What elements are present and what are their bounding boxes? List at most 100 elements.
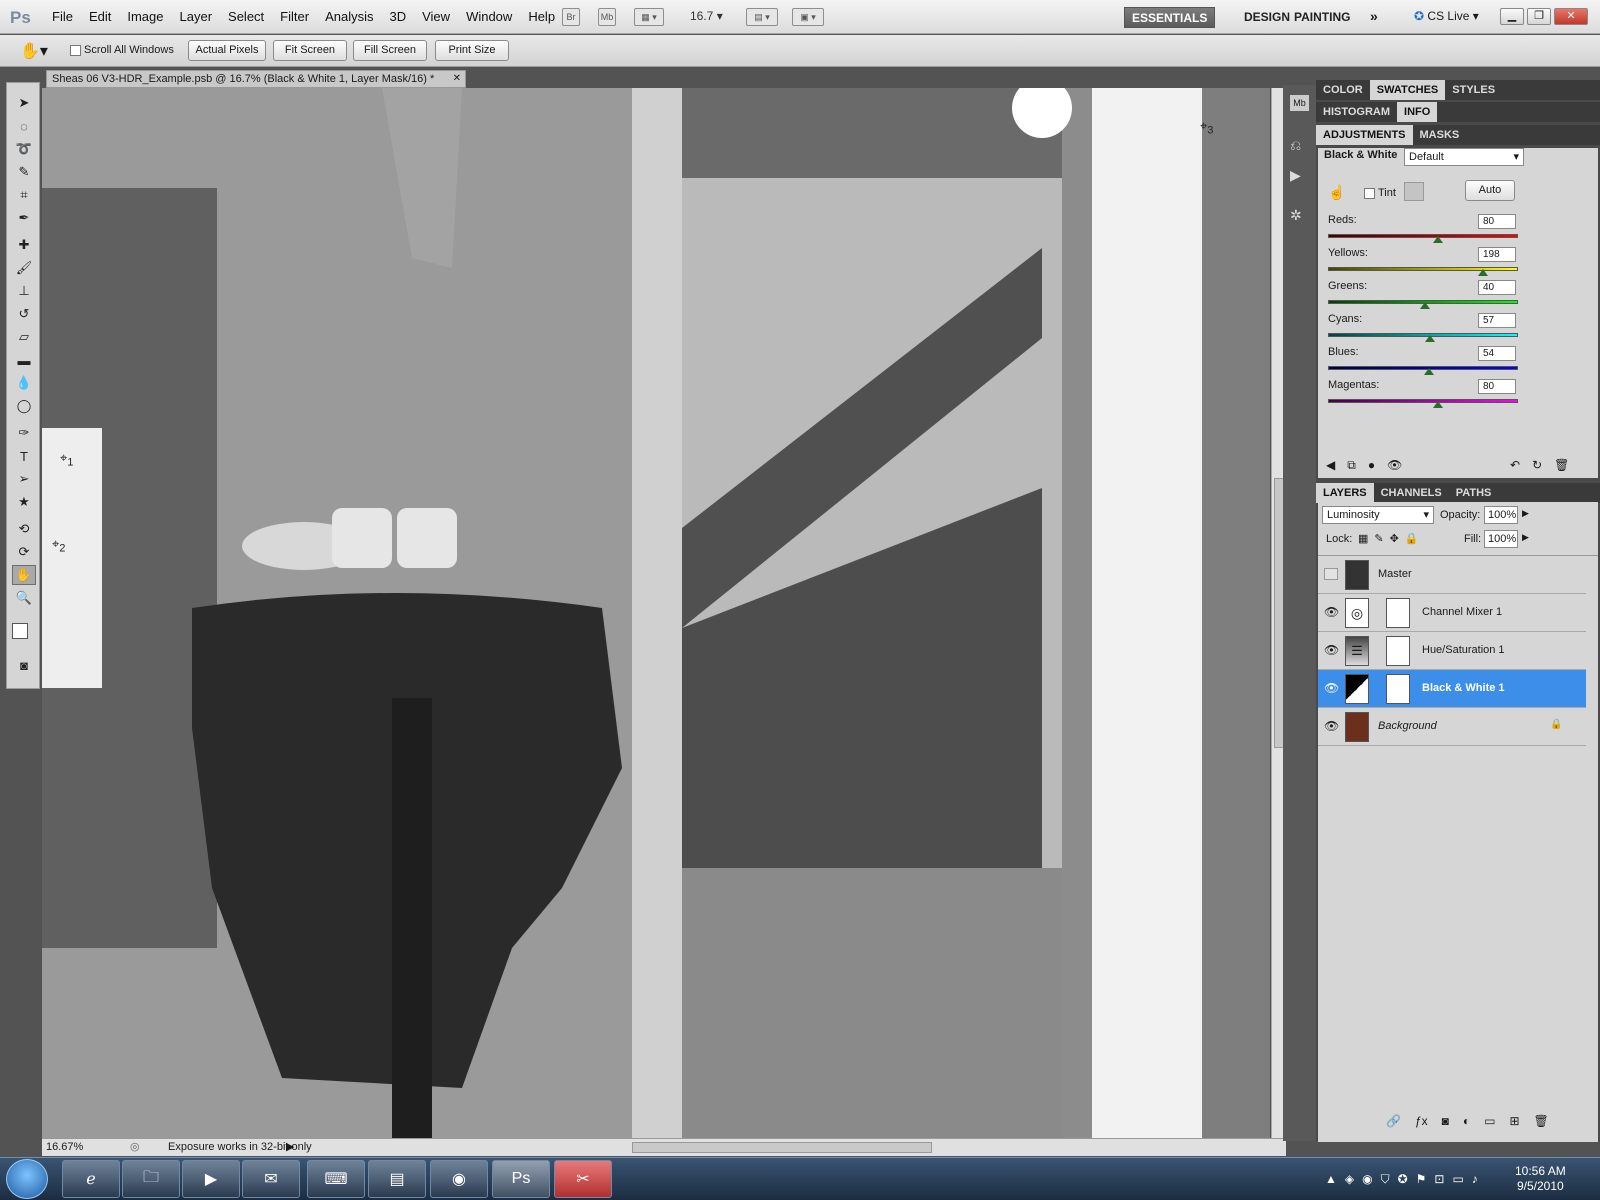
- path-selection-tool-icon[interactable]: ➢: [12, 469, 36, 489]
- healing-brush-tool-icon[interactable]: ✚: [12, 235, 36, 255]
- targeted-adjustment-icon[interactable]: ☝: [1328, 184, 1345, 201]
- mail-icon[interactable]: ✉: [242, 1160, 300, 1198]
- tab-layers[interactable]: LAYERS: [1316, 483, 1374, 503]
- mini-bridge-panel-icon[interactable]: Mb: [1290, 95, 1309, 111]
- blues-value[interactable]: 54: [1478, 346, 1516, 361]
- history-brush-tool-icon[interactable]: ↺: [12, 304, 36, 324]
- tab-masks[interactable]: MASKS: [1413, 125, 1467, 145]
- photoshop-taskbar-icon[interactable]: Ps: [492, 1160, 550, 1198]
- 3d-orbit-tool-icon[interactable]: ⟳: [12, 542, 36, 562]
- quick-select-tool-icon[interactable]: ✎: [12, 162, 36, 182]
- bridge-button[interactable]: Br: [562, 8, 580, 26]
- menu-view[interactable]: View: [414, 9, 458, 24]
- delete-layer-icon[interactable]: 🗑: [1534, 1114, 1549, 1128]
- layer-black-white[interactable]: 👁 Black & White 1: [1318, 670, 1586, 708]
- new-layer-icon[interactable]: ⊞: [1509, 1114, 1519, 1128]
- tab-color[interactable]: COLOR: [1316, 80, 1370, 100]
- auto-button[interactable]: Auto: [1465, 180, 1515, 201]
- horizontal-scroll-thumb[interactable]: [632, 1142, 932, 1153]
- magentas-track[interactable]: [1328, 399, 1518, 403]
- visibility-eye-icon[interactable]: 👁: [1324, 720, 1339, 732]
- color-sampler-3-icon[interactable]: ⌖3: [1200, 118, 1213, 137]
- opacity-input[interactable]: 100%: [1484, 506, 1518, 524]
- layer-channel-mixer[interactable]: 👁 ◎ Channel Mixer 1: [1318, 594, 1586, 632]
- foreground-color-swatch[interactable]: [12, 623, 28, 639]
- expand-view-icon[interactable]: ⧉: [1347, 458, 1356, 473]
- back-icon[interactable]: ◀: [1326, 458, 1335, 473]
- cyans-thumb[interactable]: [1425, 335, 1435, 342]
- start-button[interactable]: [6, 1159, 48, 1199]
- cyans-value[interactable]: 57: [1478, 313, 1516, 328]
- status-info-icon[interactable]: ◎: [130, 1139, 140, 1156]
- minimize-button[interactable]: ▁: [1500, 8, 1524, 25]
- fill-screen-button[interactable]: Fill Screen: [353, 40, 427, 61]
- restore-button[interactable]: ❐: [1527, 8, 1551, 25]
- 3d-rotate-tool-icon[interactable]: ⟲: [12, 519, 36, 539]
- close-document-icon[interactable]: ✕: [453, 71, 461, 87]
- magentas-thumb[interactable]: [1433, 401, 1443, 408]
- delete-adjustment-icon[interactable]: 🗑: [1554, 458, 1569, 472]
- firefox-icon[interactable]: ◉: [430, 1160, 488, 1198]
- reds-track[interactable]: [1328, 234, 1518, 238]
- link-layers-icon[interactable]: 🔗: [1386, 1114, 1401, 1128]
- fit-screen-button[interactable]: Fit Screen: [273, 40, 347, 61]
- new-group-icon[interactable]: ▭: [1484, 1114, 1495, 1128]
- move-tool-icon[interactable]: ➤: [12, 93, 36, 113]
- dodge-tool-icon[interactable]: ◯: [12, 396, 36, 416]
- mini-bridge-button[interactable]: Mb: [598, 8, 616, 26]
- blend-mode-select[interactable]: Luminosity ▾: [1322, 506, 1434, 524]
- lock-options-icon[interactable]: ▦✎✥🔒: [1358, 532, 1425, 545]
- cyans-track[interactable]: [1328, 333, 1518, 337]
- visibility-off-icon[interactable]: [1324, 568, 1338, 580]
- color-sampler-1-icon[interactable]: ⌖1: [60, 450, 73, 469]
- menu-help[interactable]: Help: [520, 9, 563, 24]
- actual-pixels-button[interactable]: Actual Pixels: [188, 40, 266, 61]
- reset-icon[interactable]: ↻: [1532, 458, 1542, 472]
- tab-styles[interactable]: STYLES: [1445, 80, 1502, 100]
- tab-channels[interactable]: CHANNELS: [1374, 483, 1449, 503]
- color-sampler-2-icon[interactable]: ⌖2: [52, 536, 65, 555]
- layer-style-icon[interactable]: ƒx: [1415, 1114, 1428, 1128]
- lasso-tool-icon[interactable]: ➰: [12, 139, 36, 159]
- hand-tool-icon[interactable]: ✋: [12, 565, 36, 585]
- 3d-panel-icon[interactable]: ✲: [1290, 207, 1302, 224]
- tint-checkbox[interactable]: [1364, 188, 1375, 199]
- reds-thumb[interactable]: [1433, 236, 1443, 243]
- more-workspaces-icon[interactable]: »: [1370, 8, 1378, 24]
- system-tray-icons[interactable]: ▲◈◉⛉✪⚑⊡▭♪: [1325, 1172, 1486, 1187]
- yellows-thumb[interactable]: [1478, 269, 1488, 276]
- menu-edit[interactable]: Edit: [81, 9, 119, 24]
- greens-thumb[interactable]: [1420, 302, 1430, 309]
- brush-tool-icon[interactable]: 🖌: [12, 258, 36, 278]
- gradient-tool-icon[interactable]: ▬: [12, 350, 36, 370]
- view-extras-icon[interactable]: ▦ ▾: [634, 8, 664, 26]
- menu-image[interactable]: Image: [119, 9, 171, 24]
- workspace-essentials[interactable]: ESSENTIALS: [1124, 7, 1216, 28]
- opacity-arrow-icon[interactable]: ▶: [1522, 508, 1529, 519]
- reds-value[interactable]: 80: [1478, 214, 1516, 229]
- visibility-eye-icon[interactable]: 👁: [1324, 682, 1339, 694]
- visibility-eye-icon[interactable]: 👁: [1324, 644, 1339, 656]
- history-panel-icon[interactable]: ⎌: [1290, 137, 1301, 154]
- quick-mask-icon[interactable]: ◙: [12, 655, 36, 675]
- marquee-tool-icon[interactable]: ◌: [12, 116, 36, 136]
- print-size-button[interactable]: Print Size: [435, 40, 509, 61]
- previous-state-icon[interactable]: ↶: [1510, 458, 1520, 472]
- clone-stamp-tool-icon[interactable]: ⊥: [12, 281, 36, 301]
- tab-adjustments[interactable]: ADJUSTMENTS: [1316, 125, 1413, 145]
- add-mask-icon[interactable]: ◙: [1442, 1114, 1449, 1128]
- tab-swatches[interactable]: SWATCHES: [1369, 80, 1446, 100]
- status-menu-arrow-icon[interactable]: ▶: [286, 1139, 294, 1156]
- visibility-eye-icon[interactable]: 👁: [1324, 606, 1339, 618]
- fill-input[interactable]: 100%: [1484, 530, 1518, 548]
- magentas-value[interactable]: 80: [1478, 379, 1516, 394]
- menu-window[interactable]: Window: [458, 9, 520, 24]
- layer-master[interactable]: Master: [1318, 556, 1586, 594]
- eraser-tool-icon[interactable]: ▱: [12, 327, 36, 347]
- menu-3d[interactable]: 3D: [381, 9, 414, 24]
- eyedropper-tool-icon[interactable]: ✒: [12, 208, 36, 228]
- visibility-eye-icon[interactable]: 👁: [1387, 458, 1402, 473]
- tab-paths[interactable]: PATHS: [1449, 483, 1499, 503]
- workspace-painting[interactable]: PAINTING: [1287, 7, 1357, 28]
- tab-histogram[interactable]: HISTOGRAM: [1316, 102, 1397, 122]
